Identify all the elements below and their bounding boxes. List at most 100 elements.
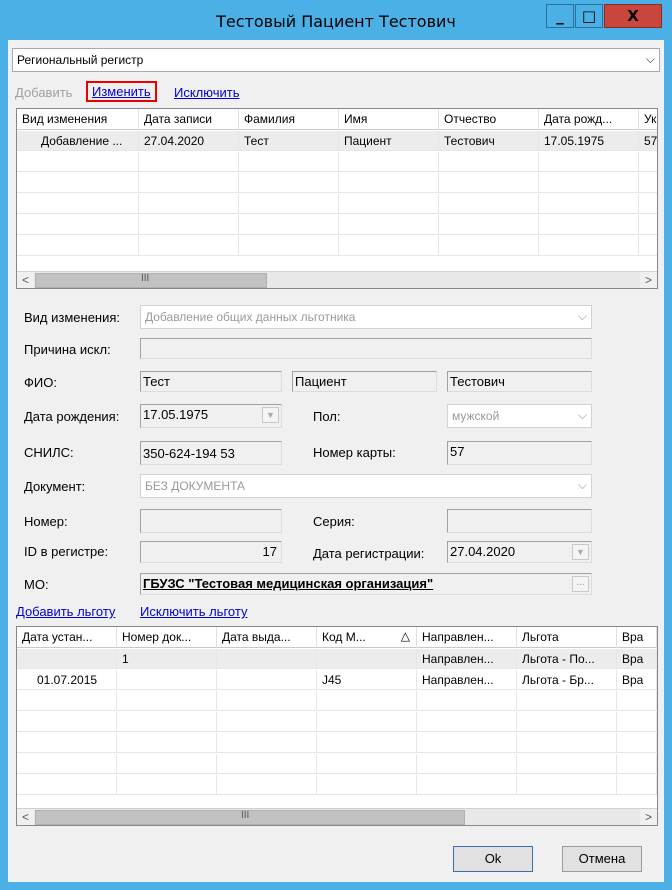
changes-table: Вид изменения Дата записи Фамилия Имя От… [16, 108, 658, 289]
table-row[interactable]: 1 Направлен... Льгота - По... Вра [17, 649, 657, 669]
column-header[interactable]: Дата устан... [17, 627, 117, 648]
add-benefit-link[interactable]: Добавить льготу [16, 604, 115, 619]
series-label: Серия: [313, 514, 355, 529]
reg-date-field[interactable]: 27.04.2020 ▼ [447, 541, 592, 563]
birth-date-label: Дата рождения: [24, 409, 120, 424]
register-id-label: ID в регистре: [24, 544, 109, 559]
table-cell: 57 [639, 131, 657, 151]
table-cell [317, 649, 417, 669]
calendar-dropdown-icon[interactable]: ▼ [262, 407, 279, 423]
column-header[interactable]: Вра [617, 627, 657, 648]
table-cell: Вра [617, 670, 657, 690]
title-bar: Тестовый Пациент Тестович _ □ X [0, 0, 672, 40]
column-header[interactable]: Дата рожд... [539, 109, 639, 130]
table-cell: Льгота - Бр... [517, 670, 617, 690]
edit-link[interactable]: Изменить [86, 81, 157, 102]
column-header[interactable]: Фамилия [239, 109, 339, 130]
add-link[interactable]: Добавить [15, 85, 72, 100]
chevron-down-icon: ⌵ [577, 408, 587, 422]
column-header[interactable]: Код М... △ [317, 627, 417, 648]
table-cell: 1 [117, 649, 217, 669]
column-header[interactable]: Имя [339, 109, 439, 130]
snils-value: 350-624-194 53 [143, 446, 235, 461]
table-row[interactable]: 01.07.2015 J45 Направлен... Льгота - Бр.… [17, 670, 657, 690]
snils-field[interactable]: 350-624-194 53 [140, 441, 282, 465]
scroll-left-icon[interactable]: < [17, 272, 34, 288]
scroll-thumb[interactable] [35, 273, 267, 288]
card-number-field[interactable]: 57 [447, 441, 592, 465]
close-button[interactable]: X [604, 4, 662, 28]
register-select-value: Региональный регистр [17, 53, 144, 67]
empty-row [17, 236, 657, 256]
empty-row [17, 152, 657, 172]
change-type-label: Вид изменения: [24, 310, 121, 325]
mo-value: ГБУЗС "Тестовая медицинская организация" [143, 576, 434, 591]
middle-name-field[interactable]: Тестович [447, 371, 592, 392]
register-id-value: 17 [262, 544, 277, 559]
last-name-value: Тест [143, 374, 170, 389]
scroll-thumb[interactable] [35, 810, 465, 825]
birth-date-field[interactable]: 17.05.1975 ▼ [140, 404, 282, 428]
chevron-down-icon: ⌵ [645, 52, 655, 66]
cancel-button[interactable]: Отмена [562, 846, 642, 872]
snils-label: СНИЛС: [24, 445, 74, 460]
series-field[interactable] [447, 509, 592, 533]
mo-field[interactable]: ГБУЗС "Тестовая медицинская организация"… [140, 573, 592, 595]
sex-label: Пол: [313, 409, 341, 424]
table-cell: Добавление ... [17, 131, 139, 151]
chevron-down-icon: ⌵ [577, 478, 587, 492]
benefits-table-header: Дата устан... Номер док... Дата выда... … [17, 627, 657, 648]
column-header[interactable]: Льгота [517, 627, 617, 648]
sex-select[interactable]: мужской ⌵ [447, 404, 592, 428]
register-id-field[interactable]: 17 [140, 541, 282, 563]
column-header[interactable]: Дата записи [139, 109, 239, 130]
column-header[interactable]: Дата выда... [217, 627, 317, 648]
change-type-value: Добавление общих данных льготника [145, 310, 356, 324]
close-icon: X [627, 7, 639, 25]
column-header[interactable]: Направлен... [417, 627, 517, 648]
exclusion-reason-field[interactable] [140, 338, 592, 359]
exclude-link[interactable]: Исключить [174, 85, 240, 100]
sex-value: мужской [452, 409, 500, 423]
table-cell: Льгота - По... [517, 649, 617, 669]
birth-date-value: 17.05.1975 [143, 407, 209, 422]
scroll-left-icon[interactable]: < [17, 809, 34, 825]
last-name-field[interactable]: Тест [140, 371, 282, 392]
table-cell: Пациент [339, 131, 439, 151]
change-type-select[interactable]: Добавление общих данных льготника ⌵ [140, 305, 592, 329]
document-select[interactable]: БЕЗ ДОКУМЕНТА ⌵ [140, 474, 592, 498]
register-select[interactable]: Региональный регистр ⌵ [12, 48, 660, 72]
scroll-grip-icon: III [241, 810, 250, 821]
column-header[interactable]: Номер док... [117, 627, 217, 648]
scroll-right-icon[interactable]: > [640, 272, 657, 288]
column-header[interactable]: Вид изменения [17, 109, 139, 130]
table-cell: 01.07.2015 [17, 670, 117, 690]
table-row[interactable]: Добавление ... 27.04.2020 Тест Пациент Т… [17, 131, 657, 151]
table-cell [17, 649, 117, 669]
column-header[interactable]: Отчество [439, 109, 539, 130]
empty-row [17, 733, 657, 753]
table-cell [217, 649, 317, 669]
horizontal-scrollbar[interactable]: < III > [17, 808, 657, 825]
maximize-button[interactable]: □ [575, 4, 603, 28]
column-header-label: Код М... [322, 630, 366, 644]
empty-row [17, 215, 657, 235]
column-header[interactable]: Ук [639, 109, 657, 130]
number-field[interactable] [140, 509, 282, 533]
horizontal-scrollbar[interactable]: < III > [17, 271, 657, 288]
table-cell: 17.05.1975 [539, 131, 639, 151]
card-number-label: Номер карты: [313, 445, 396, 460]
table-cell: 27.04.2020 [139, 131, 239, 151]
browse-button[interactable]: ... [572, 576, 589, 592]
ok-button[interactable]: Ok [453, 846, 533, 872]
document-value: БЕЗ ДОКУМЕНТА [145, 479, 246, 493]
table-cell: Направлен... [417, 670, 517, 690]
document-label: Документ: [24, 479, 86, 494]
calendar-dropdown-icon[interactable]: ▼ [572, 544, 589, 560]
card-number-value: 57 [450, 444, 465, 459]
benefits-table: Дата устан... Номер док... Дата выда... … [16, 626, 658, 826]
exclude-benefit-link[interactable]: Исключить льготу [140, 604, 247, 619]
first-name-field[interactable]: Пациент [292, 371, 437, 392]
minimize-button[interactable]: _ [546, 4, 574, 28]
scroll-right-icon[interactable]: > [640, 809, 657, 825]
